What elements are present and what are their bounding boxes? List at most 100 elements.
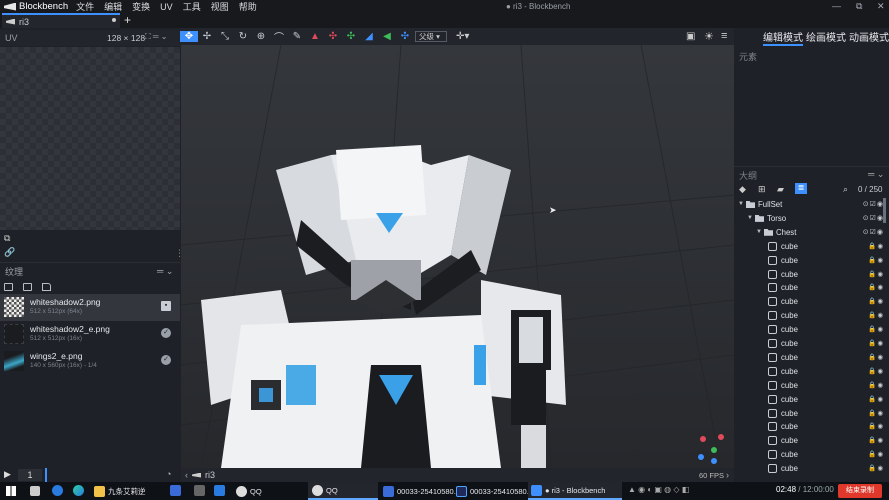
visibility-icon[interactable]: 🔒◉	[868, 409, 884, 417]
collapse-icon[interactable]: ═ ⌄	[868, 169, 884, 180]
3d-viewport[interactable]	[181, 45, 734, 468]
pivot-select[interactable]: 父级 ▾	[415, 31, 447, 42]
move-icon[interactable]: ✢	[198, 31, 216, 42]
light-icon[interactable]: ☀	[704, 30, 714, 43]
mode-edit[interactable]: 编辑模式	[763, 29, 803, 46]
taskbar-item-1[interactable]: 九条艾莉逆	[94, 482, 146, 500]
menu-uv[interactable]: UV	[160, 2, 173, 12]
tab-ri3[interactable]: ri3	[2, 13, 120, 28]
windows-start-icon[interactable]	[6, 486, 16, 496]
visibility-icon[interactable]: 🔒◉	[868, 436, 884, 444]
texture-item-whiteshadow2[interactable]: whiteshadow2.png 512 x 512px (64x) ▪	[0, 294, 180, 321]
play-icon[interactable]: ▶	[4, 469, 11, 480]
prev-icon[interactable]: ‹	[185, 470, 188, 480]
create-texture-icon[interactable]	[23, 283, 32, 291]
menu-icon[interactable]: ≡	[721, 30, 727, 42]
tray-icons[interactable]: ▲ ◉ ◐ ▣ ◍ ◇ ◧	[628, 485, 689, 494]
app-icon[interactable]	[194, 485, 205, 496]
visibility-icon[interactable]: 🔒◉	[868, 283, 884, 291]
close-button[interactable]: ✕	[877, 1, 885, 12]
visibility-icon[interactable]: 🔒◉	[868, 367, 884, 375]
brush-icon[interactable]: ✎	[288, 31, 306, 42]
browser-icon[interactable]	[52, 485, 63, 496]
resize-icon[interactable]: ⤡	[216, 31, 234, 42]
transform-space-icon[interactable]: ✛▾	[456, 31, 469, 42]
check-icon[interactable]: ✓	[161, 355, 171, 365]
link-icon[interactable]: 🔗	[4, 247, 15, 258]
collapse-icon[interactable]: ═ ⌄	[157, 266, 173, 277]
texture-item-wings2-e[interactable]: wings2_e.png 140 x 560px (16x) - 1/4 ✓	[0, 348, 180, 375]
pivot-icon[interactable]: ⊕	[252, 31, 270, 42]
minimize-button[interactable]: —	[832, 1, 841, 11]
visibility-icon[interactable]: 🔒◉	[868, 381, 884, 389]
outliner-cube[interactable]: cube 🔒◉	[734, 351, 886, 365]
outliner-cube[interactable]: cube 🔒◉	[734, 420, 886, 434]
maximize-button[interactable]: ⧉	[856, 1, 862, 12]
outliner-cube[interactable]: cube 🔒◉	[734, 240, 886, 254]
outliner-cube[interactable]: cube 🔒◉	[734, 268, 886, 282]
outliner-cube[interactable]: cube 🔒◉	[734, 254, 886, 268]
taskbar-item-photoshop[interactable]: 00033-25410580...	[456, 482, 533, 500]
texture-item-whiteshadow2-e[interactable]: whiteshadow2_e.png 512 x 512px (16x) ✓	[0, 321, 180, 348]
y-move-icon[interactable]: ✣	[342, 31, 360, 42]
visibility-icon[interactable]: 🔒◉	[868, 325, 884, 333]
outliner-cube[interactable]: cube 🔒◉	[734, 323, 886, 337]
x-move-icon[interactable]: ✣	[324, 31, 342, 42]
search-icon[interactable]: ⌕	[843, 184, 848, 195]
move-tool-icon[interactable]: ✥	[180, 31, 198, 42]
edge-icon[interactable]	[73, 485, 84, 496]
taskbar-item-file[interactable]: 00033-25410580...	[383, 482, 460, 500]
outliner-cube[interactable]: cube 🔒◉	[734, 295, 886, 309]
vertex-snap-icon[interactable]: ⌒	[270, 29, 288, 44]
outliner-group[interactable]: ▼ Chest ⊙☑◉	[734, 226, 886, 240]
visibility-icon[interactable]: 🔒◉	[868, 339, 884, 347]
texture-icon[interactable]: ◆	[739, 184, 746, 195]
x-axis-icon[interactable]: ▲	[306, 31, 324, 42]
visibility-icon[interactable]: 🔒◉	[868, 450, 884, 458]
visibility-icon[interactable]: 🔒◉	[868, 311, 884, 319]
list-view-icon[interactable]: ≣	[795, 183, 807, 194]
visibility-icon[interactable]: ⊙☑◉	[863, 214, 884, 222]
taskbar-item-blockbench[interactable]: ● ri3 - Blockbench	[528, 482, 622, 500]
expand-icon[interactable]: ▼	[747, 215, 753, 221]
y-flip-icon[interactable]: ◀	[378, 31, 396, 42]
uv-fullscreen-icon[interactable]: ⛶ ═ ⌄	[145, 32, 167, 42]
taskbar-item-qq[interactable]: QQ	[236, 482, 262, 500]
uv-size[interactable]: 128 × 128	[107, 33, 145, 43]
visibility-icon[interactable]: 🔒◉	[868, 464, 884, 472]
visibility-icon[interactable]: 🔒◉	[868, 256, 884, 264]
outliner-cube[interactable]: cube 🔒◉	[734, 281, 886, 295]
expand-icon[interactable]: ▼	[738, 201, 744, 207]
menu-transform[interactable]: 变换	[132, 0, 150, 13]
expand-icon[interactable]: ▼	[756, 229, 762, 235]
check-icon[interactable]: ✓	[161, 328, 171, 338]
outliner-cube[interactable]: cube 🔒◉	[734, 393, 886, 407]
menu-edit[interactable]: 编辑	[104, 0, 122, 13]
screenshot-icon[interactable]: ▣	[686, 31, 695, 42]
add-cube-icon[interactable]: ⊞	[758, 184, 766, 195]
visibility-icon[interactable]: 🔒◉	[868, 422, 884, 430]
outliner-group[interactable]: ▼ Torso ⊙☑◉	[734, 212, 886, 226]
save-icon[interactable]: ▪	[161, 301, 171, 311]
outliner-cube[interactable]: cube 🔒◉	[734, 448, 886, 462]
z-move-icon[interactable]: ✣	[396, 31, 414, 42]
visibility-icon[interactable]: ⊙☑◉	[863, 200, 884, 208]
stop-recording-button[interactable]: 结束录制	[838, 484, 882, 498]
rotate-icon[interactable]: ↻	[234, 31, 252, 42]
visibility-icon[interactable]: 🔒◉	[868, 395, 884, 403]
import-texture-icon[interactable]	[4, 283, 13, 291]
copy-icon[interactable]: ⧉	[4, 233, 10, 244]
visibility-icon[interactable]: 🔒◉	[868, 270, 884, 278]
outliner-cube[interactable]: cube 🔒◉	[734, 337, 886, 351]
visibility-icon[interactable]: 🔒◉	[868, 353, 884, 361]
mode-paint[interactable]: 绘画模式	[806, 29, 846, 44]
visibility-icon[interactable]: ⊙☑◉	[863, 228, 884, 236]
menu-file[interactable]: 文件	[76, 0, 94, 13]
menu-help[interactable]: 帮助	[239, 0, 257, 13]
menu-tools[interactable]: 工具	[183, 0, 201, 13]
z-flip-icon[interactable]: ◢	[360, 31, 378, 42]
outliner-cube[interactable]: cube 🔒◉	[734, 462, 886, 476]
app-icon[interactable]	[170, 485, 181, 496]
visibility-icon[interactable]: 🔒◉	[868, 242, 884, 250]
uv-editor-canvas[interactable]	[0, 47, 180, 230]
